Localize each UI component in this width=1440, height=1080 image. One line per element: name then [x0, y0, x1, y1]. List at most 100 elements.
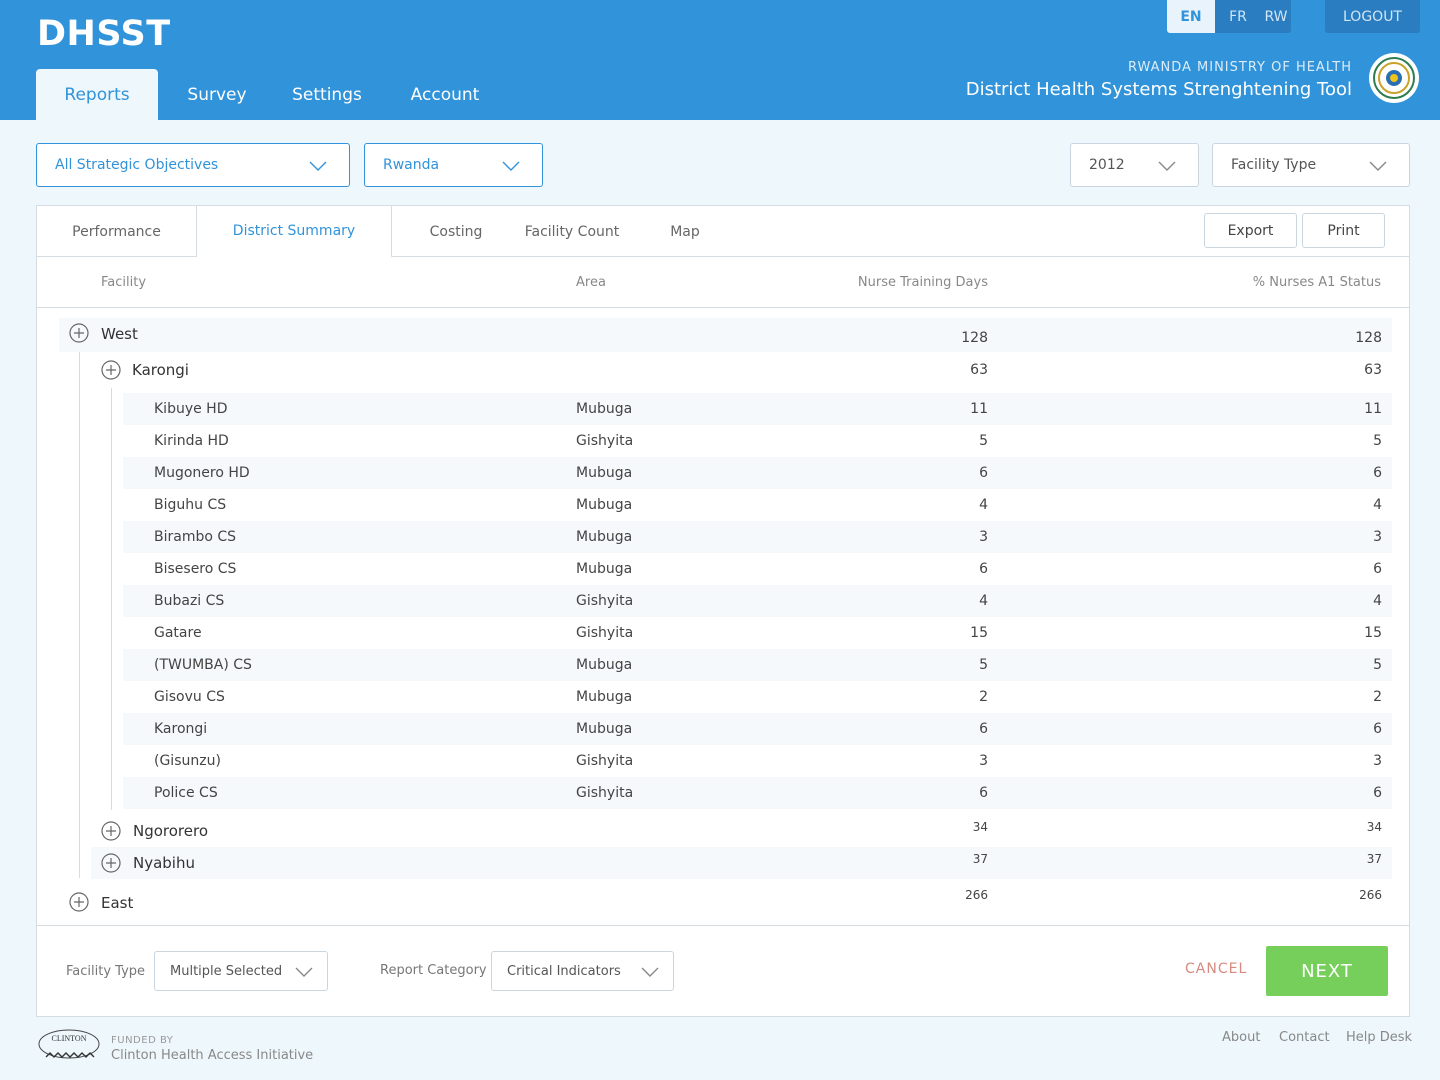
table-row-district[interactable]: Nyabihu 37 37: [91, 847, 1392, 879]
footer-link-contact[interactable]: Contact: [1279, 1030, 1330, 1045]
table-row[interactable]: Gisovu CS Mubuga 2 2: [123, 681, 1392, 713]
rwanda-seal-icon: [1369, 53, 1419, 103]
facility-name: Police CS: [154, 785, 218, 801]
contact-link[interactable]: Contact: [1279, 1030, 1330, 1045]
table-row[interactable]: Bisesero CS Mubuga 6 6: [123, 553, 1392, 585]
table-row-district[interactable]: Karongi 63 63: [91, 354, 1392, 386]
table-row[interactable]: Police CS Gishyita 6 6: [123, 777, 1392, 809]
facility-area: Mubuga: [576, 529, 633, 545]
nurse-days-value: 37: [972, 852, 988, 866]
facility-area: Mubuga: [576, 401, 633, 417]
clinton-foundation-logo: CLINTON: [36, 1027, 102, 1065]
about-link[interactable]: About: [1222, 1030, 1260, 1045]
cancel-button[interactable]: CANCEL: [1185, 961, 1247, 977]
report-panel: Performance District Summary Costing Fac…: [36, 205, 1410, 1017]
nurse-days-value: 6: [979, 465, 988, 481]
nav-tab-reports[interactable]: Reports: [36, 69, 158, 120]
footer-link-help-desk[interactable]: Help Desk: [1346, 1030, 1412, 1045]
expand-plus-icon[interactable]: [101, 360, 121, 380]
nurse-days-value: 128: [961, 330, 988, 346]
facility-type-select[interactable]: Facility Type: [1212, 143, 1410, 187]
table-row-region[interactable]: East 266 266: [59, 885, 1392, 919]
table-row[interactable]: Birambo CS Mubuga 3 3: [123, 521, 1392, 553]
logout-button[interactable]: LOGOUT: [1325, 0, 1420, 33]
footer-link-about[interactable]: About: [1222, 1030, 1260, 1045]
facility-type-multiselect[interactable]: Multiple Selected: [154, 951, 328, 991]
table-row[interactable]: Kirinda HD Gishyita 5 5: [123, 425, 1392, 457]
nurses-a1-value: 34: [1366, 820, 1382, 834]
tree-guide-line: [111, 388, 112, 810]
tab-performance[interactable]: Performance: [37, 206, 197, 257]
lang-en[interactable]: EN: [1167, 0, 1215, 33]
nurses-a1-value: 4: [1373, 497, 1382, 513]
facility-name: Bisesero CS: [154, 561, 237, 577]
country-select-value: Rwanda: [383, 157, 440, 173]
nurses-a1-value: 6: [1373, 561, 1382, 577]
nurse-days-value: 2: [979, 689, 988, 705]
tab-costing[interactable]: Costing: [412, 206, 500, 257]
column-header-area[interactable]: Area: [576, 275, 606, 290]
chevron-down-icon: [309, 161, 327, 171]
table-row[interactable]: (Gisunzu) Gishyita 3 3: [123, 745, 1392, 777]
lang-rw[interactable]: RW: [1261, 0, 1291, 33]
facility-name: Bubazi CS: [154, 593, 225, 609]
chevron-down-icon: [502, 161, 520, 171]
next-button[interactable]: NEXT: [1266, 946, 1388, 996]
table-row[interactable]: Biguhu CS Mubuga 4 4: [123, 489, 1392, 521]
facility-name: (TWUMBA) CS: [154, 657, 252, 673]
nurse-days-value: 34: [972, 820, 988, 834]
facility-area: Mubuga: [576, 689, 633, 705]
column-header-facility[interactable]: Facility: [101, 275, 146, 290]
tab-map[interactable]: Map: [657, 206, 713, 257]
expand-plus-icon[interactable]: [101, 853, 121, 873]
table-row[interactable]: Bubazi CS Gishyita 4 4: [123, 585, 1392, 617]
app-logo: DHSST: [37, 14, 171, 54]
region-name: West: [101, 325, 138, 343]
district-name: Nyabihu: [133, 854, 195, 872]
facility-name: Karongi: [154, 721, 208, 737]
expand-plus-icon[interactable]: [101, 821, 121, 841]
nurses-a1-value: 2: [1373, 689, 1382, 705]
report-category-select-value: Critical Indicators: [507, 963, 621, 979]
table-row[interactable]: Karongi Mubuga 6 6: [123, 713, 1392, 745]
tab-facility-count[interactable]: Facility Count: [515, 206, 629, 257]
expand-plus-icon[interactable]: [69, 892, 89, 912]
table-row[interactable]: Kibuye HD Mubuga 11 11: [123, 393, 1392, 425]
lang-fr[interactable]: FR: [1215, 0, 1261, 33]
nurse-days-value: 15: [970, 625, 988, 641]
column-header-nurses-a1[interactable]: % Nurses A1 Status: [1181, 275, 1381, 290]
nurse-days-value: 5: [979, 433, 988, 449]
facility-area: Gishyita: [576, 625, 634, 641]
print-button[interactable]: Print: [1302, 213, 1385, 248]
nurse-days-value: 4: [979, 593, 988, 609]
export-button[interactable]: Export: [1204, 213, 1297, 248]
nav-tab-settings[interactable]: Settings: [276, 69, 378, 120]
nurses-a1-value: 266: [1359, 888, 1382, 902]
help-desk-link[interactable]: Help Desk: [1346, 1030, 1412, 1045]
chevron-down-icon: [295, 967, 313, 977]
nurse-days-value: 6: [979, 561, 988, 577]
header-divider: [37, 307, 1409, 308]
tab-district-summary[interactable]: District Summary: [197, 206, 392, 258]
year-select[interactable]: 2012: [1070, 143, 1199, 187]
objectives-select[interactable]: All Strategic Objectives: [36, 143, 350, 187]
nav-tab-account[interactable]: Account: [378, 69, 512, 120]
ministry-block: RWANDA MINISTRY OF HEALTH District Healt…: [966, 60, 1352, 100]
expand-plus-icon[interactable]: [69, 323, 89, 343]
nurse-days-value: 3: [979, 753, 988, 769]
facility-name: Mugonero HD: [154, 465, 250, 481]
report-category-select[interactable]: Critical Indicators: [491, 951, 674, 991]
table-row[interactable]: Mugonero HD Mubuga 6 6: [123, 457, 1392, 489]
table-row[interactable]: (TWUMBA) CS Mubuga 5 5: [123, 649, 1392, 681]
facility-area: Mubuga: [576, 657, 633, 673]
table-row[interactable]: Gatare Gishyita 15 15: [123, 617, 1392, 649]
country-select[interactable]: Rwanda: [364, 143, 543, 187]
column-header-nurse-training-days[interactable]: Nurse Training Days: [788, 275, 988, 290]
facility-area: Mubuga: [576, 721, 633, 737]
table-row-region[interactable]: West 128 128: [59, 318, 1392, 352]
nurse-days-value: 6: [979, 721, 988, 737]
facility-name: Kibuye HD: [154, 401, 228, 417]
nurses-a1-value: 3: [1373, 753, 1382, 769]
report-category-label: Report Category: [380, 963, 487, 978]
nav-tab-survey[interactable]: Survey: [158, 69, 276, 120]
